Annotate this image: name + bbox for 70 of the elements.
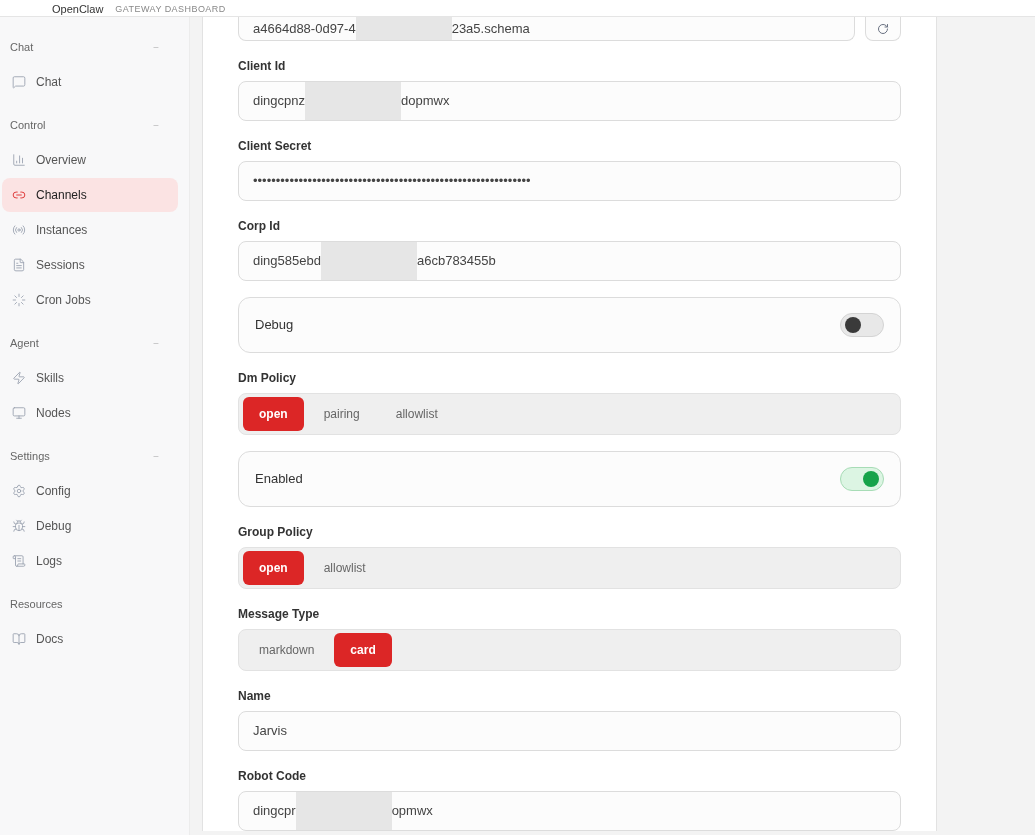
text-field[interactable]: ••••••••••••••••••••••••••••••••••••••••••••••••••••••••••••• [238, 161, 901, 201]
field-label: Group Policy [238, 524, 314, 541]
section-title: Control [10, 117, 46, 133]
toggle-label: Debug [255, 316, 294, 335]
text-field[interactable]: dingcpr opmwx [238, 791, 901, 831]
nav-item[interactable]: Debug [2, 509, 178, 543]
nav-item[interactable]: Channels [2, 178, 178, 212]
field-value: dingcpr [253, 802, 296, 821]
field-value: a6cb783455b [416, 252, 496, 271]
section-title: Agent [10, 335, 39, 351]
nav-item[interactable]: Overview [2, 143, 178, 177]
nav-item[interactable]: Chat [2, 65, 178, 99]
field-label: Message Type [238, 606, 321, 623]
toggle-switch[interactable] [840, 313, 884, 337]
field-value: ••••••••••••••••••••••••••••••••••••••••••••••••••••••••••••• [253, 172, 531, 191]
segment-option[interactable]: open [243, 551, 304, 585]
text-field[interactable]: dingcpnz dopmwx [238, 81, 901, 121]
field-value: opmwx [391, 802, 433, 821]
toggle-knob [845, 317, 861, 333]
toggle-label: Enabled [255, 470, 303, 489]
section-title: Settings [10, 448, 50, 464]
field-label: Name [238, 688, 272, 705]
segment-option[interactable]: card [334, 633, 392, 667]
toggle-switch[interactable] [840, 467, 884, 491]
field-value: a4664d88-0d97-4 [253, 19, 356, 38]
nav-item[interactable]: Nodes [2, 396, 178, 430]
nav-item[interactable]: Instances [2, 213, 178, 247]
segment-option[interactable]: allowlist [379, 397, 454, 431]
brand-subtitle: GATEWAY DASHBOARD [115, 3, 226, 16]
field-value: Jarvis [253, 722, 287, 741]
nav-item[interactable]: Logs [2, 544, 178, 578]
scroll-icon [12, 554, 26, 568]
refresh-button[interactable] [865, 17, 901, 41]
monitor-icon [12, 406, 26, 420]
radio-signal-icon [12, 223, 26, 237]
field-value: dopmwx [401, 92, 450, 111]
toggle-knob [863, 471, 879, 487]
segment-option[interactable]: allowlist [307, 551, 382, 585]
bug-icon [12, 519, 26, 533]
segment-option[interactable]: pairing [307, 397, 376, 431]
field-label: Robot Code [238, 768, 307, 785]
chat-bubble-icon [12, 75, 26, 89]
link-icon [12, 188, 26, 202]
field-label: Corp Id [238, 218, 281, 235]
field-value: 23a5.schema [451, 19, 530, 38]
field-label: Client Secret [238, 138, 313, 155]
segment-option[interactable]: open [243, 397, 304, 431]
settings-icon [12, 484, 26, 498]
nav-item[interactable]: Skills [2, 361, 178, 395]
lightning-icon [12, 371, 26, 385]
nav-item[interactable]: Sessions [2, 248, 178, 282]
nav-item[interactable]: Config [2, 474, 178, 508]
refresh-icon [877, 22, 889, 35]
field-value: dingcpnz [253, 92, 306, 111]
document-icon [12, 258, 26, 272]
section-title: Chat [10, 39, 34, 55]
field-label: Dm Policy [238, 370, 298, 387]
text-field[interactable]: Jarvis [238, 711, 901, 751]
bar-chart-icon [12, 153, 26, 167]
brand-name: OpenClaw [52, 3, 104, 16]
segment-option[interactable]: markdown [243, 633, 331, 667]
field-value: ding585ebd [253, 252, 321, 271]
loader-icon [12, 293, 26, 307]
text-field[interactable]: ding585ebd a6cb783455b [238, 241, 901, 281]
nav-item[interactable]: Docs [2, 622, 178, 656]
text-field[interactable]: a4664d88-0d97-4 23a5.schema [238, 17, 855, 41]
section-title: Resources [10, 596, 63, 612]
nav-item[interactable]: Cron Jobs [2, 283, 178, 317]
book-icon [12, 632, 26, 646]
field-label: Client Id [238, 58, 287, 75]
